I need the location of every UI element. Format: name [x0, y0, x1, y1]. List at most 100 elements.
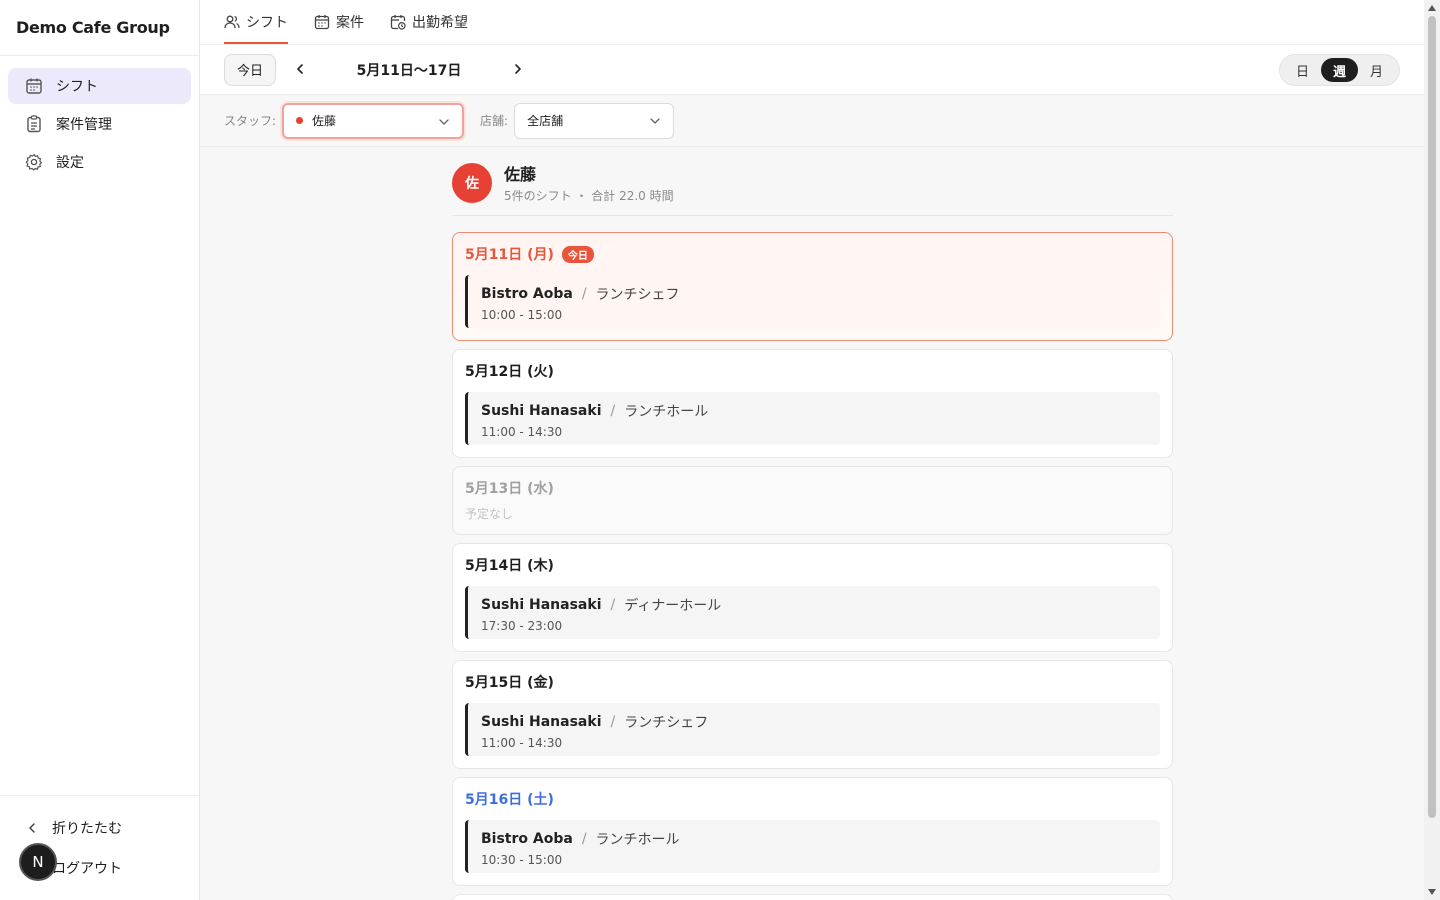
view-month-button[interactable]: 月 [1358, 58, 1395, 82]
main-content: シフト 案件 出勤希望 今日 5月11日〜17日 日 週 月 スタッフ: 佐藤 … [200, 0, 1424, 900]
chevron-right-icon [512, 60, 524, 79]
shift-role: ディナーホール [624, 598, 722, 614]
view-week-button[interactable]: 週 [1321, 58, 1358, 82]
day-date: 5月15日 (金) [465, 675, 554, 691]
sidebar-item-settings[interactable]: 設定 [8, 144, 191, 180]
day-title: 5月12日 (火) [465, 362, 1160, 380]
calendar-clock-icon [390, 14, 406, 30]
staff-color-dot [296, 117, 304, 124]
shift-time: 17:30 - 23:00 [481, 619, 563, 633]
sidebar: Demo Cafe Group シフト 案件管理 設定 折りたたむ ログアウト … [0, 0, 200, 900]
shift-store: Bistro Aoba [481, 831, 573, 847]
shift-store: Sushi Hanasaki [481, 403, 602, 419]
day-title: 5月15日 (金) [465, 673, 1160, 691]
scrollbar-thumb[interactable] [1428, 16, 1436, 818]
tab-availability[interactable]: 出勤希望 [390, 0, 468, 44]
clipboard-icon [24, 114, 44, 134]
date-toolbar: 今日 5月11日〜17日 日 週 月 [200, 45, 1424, 95]
tab-projects[interactable]: 案件 [314, 0, 364, 44]
shift-time: 11:00 - 14:30 [481, 736, 563, 750]
day-date: 5月16日 (土) [465, 792, 554, 808]
day-card: 5月11日 (月) 今日 Bistro Aoba / ランチシェフ 10:00 … [452, 232, 1173, 341]
store-select[interactable]: 全店舗 [514, 102, 675, 139]
day-card: 5月16日 (土) Bistro Aoba / ランチホール 10:30 - 1… [452, 777, 1173, 886]
store-select-value: 全店舗 [527, 114, 564, 128]
scroll-down-icon[interactable] [1428, 889, 1436, 895]
sidebar-item-shift[interactable]: シフト [8, 68, 191, 104]
shift-role: ランチシェフ [624, 715, 709, 731]
shift-item[interactable]: Sushi Hanasaki / ディナーホール 17:30 - 23:00 [465, 586, 1160, 639]
staff-name: 佐藤 [504, 165, 537, 184]
day-title: 5月11日 (月) 今日 [465, 245, 1160, 263]
shift-item[interactable]: Bistro Aoba / ランチホール 10:30 - 15:00 [465, 820, 1160, 873]
shift-separator: / [610, 597, 616, 613]
logout-label: ログアウト [52, 861, 122, 877]
filter-bar: スタッフ: 佐藤 店舗: 全店舗 [200, 95, 1424, 147]
day-card: 5月13日 (水) 予定なし [452, 466, 1173, 535]
prev-week-button[interactable] [286, 56, 314, 84]
sidebar-item-projects[interactable]: 案件管理 [8, 106, 191, 142]
day-title: 5月16日 (土) [465, 790, 1160, 808]
shift-role: ランチシェフ [595, 287, 680, 303]
page-scrollbar[interactable] [1424, 0, 1440, 900]
user-avatar[interactable]: N [19, 843, 57, 881]
day-title: 5月13日 (水) [465, 479, 1160, 497]
shift-store: Bistro Aoba [481, 286, 573, 302]
tab-shift[interactable]: シフト [224, 0, 288, 44]
gear-icon [24, 152, 44, 172]
today-button[interactable]: 今日 [224, 53, 277, 86]
day-date: 5月12日 (火) [465, 364, 554, 380]
day-card: 5月15日 (金) Sushi Hanasaki / ランチシェフ 11:00 … [452, 660, 1173, 769]
collapse-button[interactable]: 折りたたむ [0, 810, 199, 846]
day-date: 5月14日 (木) [465, 558, 554, 574]
tab-label: シフト [246, 14, 288, 31]
shift-separator: / [581, 831, 587, 847]
shift-time: 10:00 - 15:00 [481, 308, 563, 322]
shift-separator: / [610, 403, 616, 419]
shift-time: 11:00 - 14:30 [481, 425, 563, 439]
view-day-button[interactable]: 日 [1284, 58, 1321, 82]
day-date: 5月13日 (水) [465, 481, 554, 497]
day-title: 5月14日 (木) [465, 556, 1160, 574]
sidebar-item-label: 案件管理 [56, 117, 112, 133]
brand-title: Demo Cafe Group [0, 0, 199, 56]
tab-label: 出勤希望 [412, 14, 468, 31]
shift-item[interactable]: Sushi Hanasaki / ランチシェフ 11:00 - 14:30 [465, 703, 1160, 756]
staff-filter-label: スタッフ: [224, 114, 277, 128]
day-date: 5月11日 (月) [465, 247, 554, 263]
next-week-button[interactable] [504, 56, 532, 84]
staff-select[interactable]: 佐藤 [282, 102, 465, 139]
calendar-icon [24, 76, 44, 96]
sidebar-item-label: シフト [56, 79, 98, 95]
sidebar-item-label: 設定 [56, 155, 84, 171]
calendar-icon [314, 14, 330, 30]
day-card: 5月14日 (木) Sushi Hanasaki / ディナーホール 17:30… [452, 543, 1173, 652]
staff-summary: 5件のシフト ・ 合計 22.0 時間 [504, 189, 674, 203]
shift-item[interactable]: Bistro Aoba / ランチシェフ 10:00 - 15:00 [465, 275, 1160, 328]
tab-label: 案件 [336, 14, 364, 31]
chevron-left-icon [24, 820, 40, 836]
users-icon [224, 14, 240, 30]
shift-role: ランチホール [624, 404, 709, 420]
shift-separator: / [581, 286, 587, 302]
day-card: 5月12日 (火) Sushi Hanasaki / ランチホール 11:00 … [452, 349, 1173, 458]
shift-separator: / [610, 714, 616, 730]
shift-item[interactable]: Sushi Hanasaki / ランチホール 11:00 - 14:30 [465, 392, 1160, 445]
shift-store: Sushi Hanasaki [481, 597, 602, 613]
shift-store: Sushi Hanasaki [481, 714, 602, 730]
store-filter-label: 店舗: [480, 114, 509, 128]
sidebar-nav: シフト 案件管理 設定 [0, 56, 199, 194]
date-range-label: 5月11日〜17日 [356, 62, 462, 79]
chevron-down-icon [438, 116, 450, 131]
staff-select-value: 佐藤 [312, 114, 337, 128]
shift-role: ランチホール [595, 832, 680, 848]
day-card-partial [452, 894, 1173, 900]
chevron-left-icon [294, 60, 306, 79]
shift-time: 10:30 - 15:00 [481, 853, 563, 867]
top-tabs: シフト 案件 出勤希望 [200, 0, 1424, 45]
no-schedule-label: 予定なし [465, 507, 514, 521]
staff-avatar: 佐 [452, 162, 492, 203]
scroll-up-icon[interactable] [1428, 5, 1436, 11]
staff-header: 佐 佐藤 5件のシフト ・ 合計 22.0 時間 [452, 162, 1173, 216]
collapse-label: 折りたたむ [52, 821, 122, 837]
